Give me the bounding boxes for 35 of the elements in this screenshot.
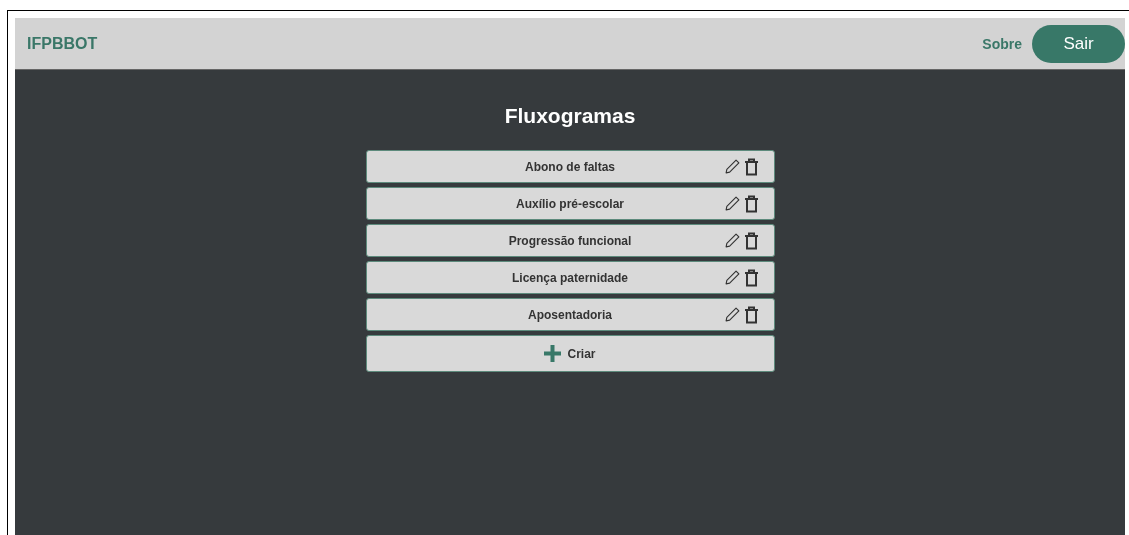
flow-name: Progressão funcional (507, 233, 633, 248)
pencil-icon (723, 158, 741, 175)
page-title: Fluxogramas (504, 104, 636, 128)
pencil-icon (723, 232, 741, 249)
delete-button[interactable] (743, 157, 759, 176)
flow-name: Auxílio pré-escolar (514, 196, 625, 211)
edit-button[interactable] (723, 232, 741, 249)
brand-logo: IFPBBOT (27, 34, 98, 53)
flow-item[interactable]: Progressão funcional (365, 224, 775, 257)
flow-name: Licença paternidade (510, 270, 629, 285)
trash-icon (743, 268, 759, 287)
trash-icon (743, 157, 759, 176)
edit-button[interactable] (723, 306, 741, 323)
flow-item[interactable]: Auxílio pré-escolar (365, 187, 775, 220)
create-button[interactable]: Criar (365, 335, 775, 372)
flow-item[interactable]: Aposentadoria (365, 298, 775, 331)
flow-name: Abono de faltas (524, 159, 616, 174)
trash-icon (743, 194, 759, 213)
edit-button[interactable] (723, 158, 741, 175)
delete-button[interactable] (743, 194, 759, 213)
trash-icon (743, 231, 759, 250)
pencil-icon (723, 195, 741, 212)
flow-item[interactable]: Abono de faltas (365, 150, 775, 183)
pencil-icon (723, 269, 741, 286)
edit-button[interactable] (723, 269, 741, 286)
flow-item[interactable]: Licença paternidade (365, 261, 775, 294)
delete-button[interactable] (743, 305, 759, 324)
edit-button[interactable] (723, 195, 741, 212)
pencil-icon (723, 306, 741, 323)
plus-icon (544, 345, 562, 362)
delete-button[interactable] (743, 231, 759, 250)
delete-button[interactable] (743, 268, 759, 287)
logout-button[interactable]: Sair (1032, 24, 1125, 63)
trash-icon (743, 305, 759, 324)
flow-name: Aposentadoria (527, 307, 613, 322)
